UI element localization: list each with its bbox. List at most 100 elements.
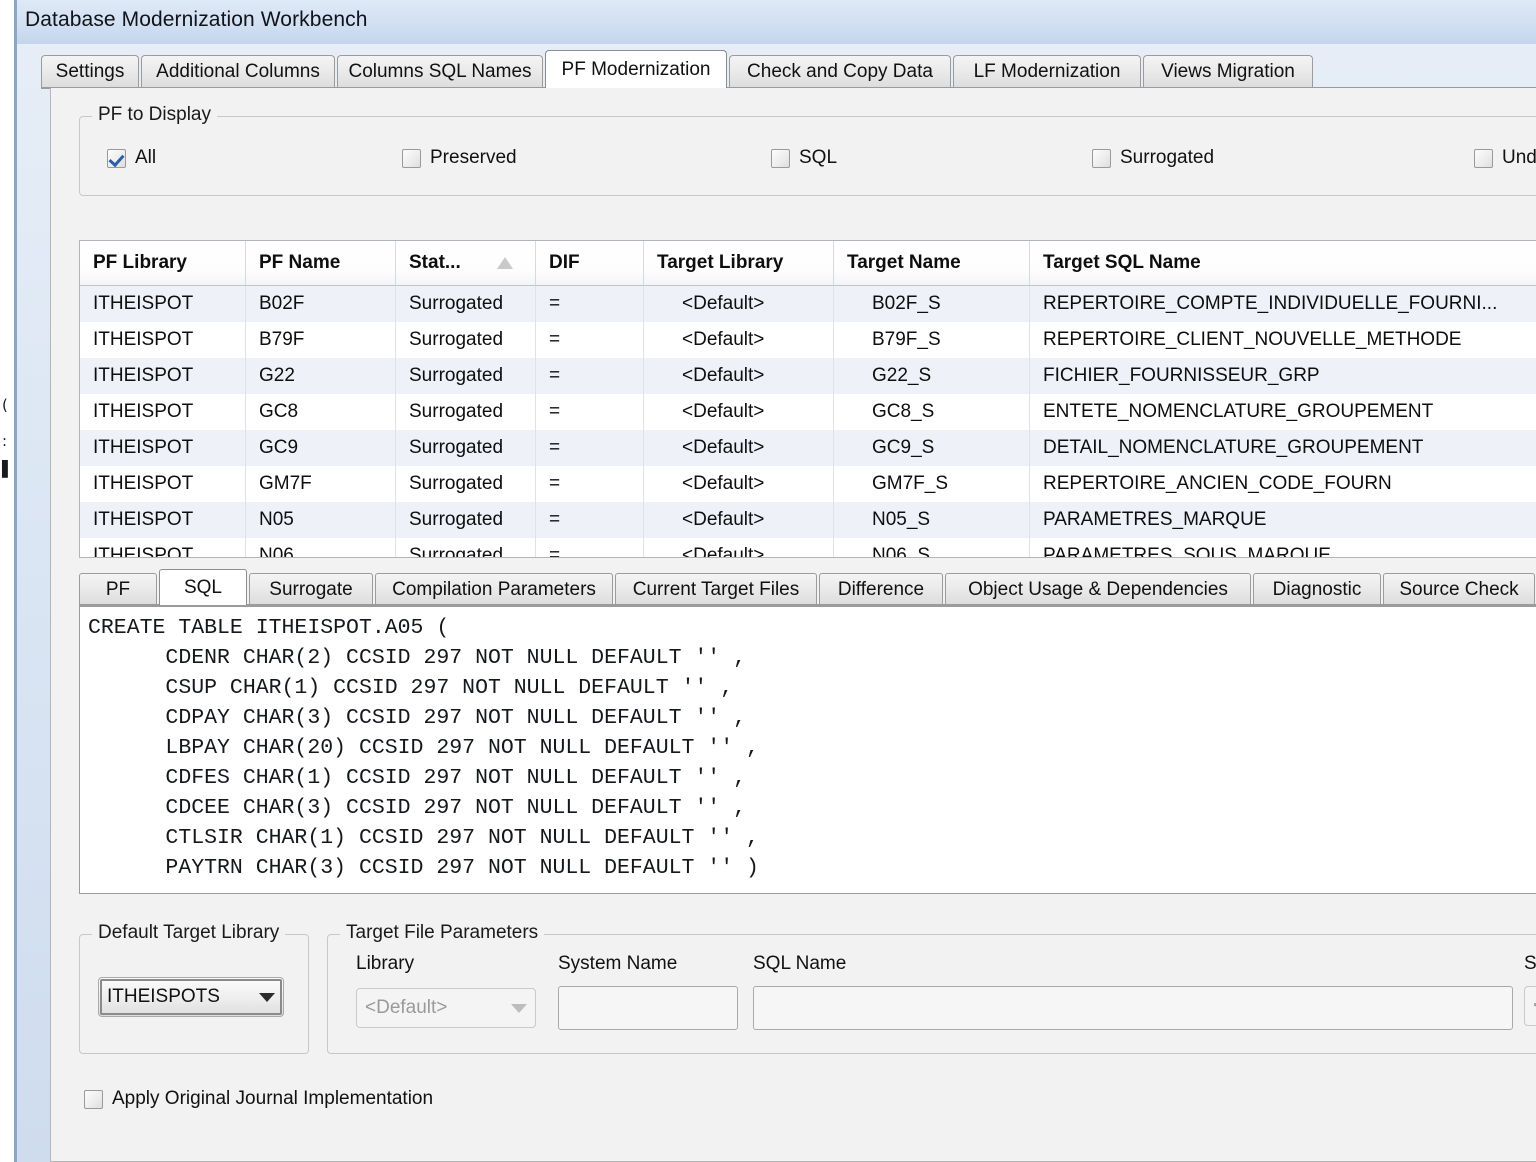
column-header-status[interactable]: Stat... [396, 241, 536, 285]
tab-pf-modernization[interactable]: PF Modernization [545, 50, 727, 88]
system-name-input[interactable] [558, 986, 738, 1030]
checkbox-undefined-label: Unde [1502, 147, 1536, 168]
cell-target-sql-name: PARAMETRES_MARQUE [1043, 509, 1267, 530]
cell-status: Surrogated [396, 538, 536, 557]
column-header-pf-library[interactable]: PF Library [80, 241, 246, 285]
cell-target-library: <Default> [644, 466, 834, 502]
table-row[interactable]: ITHEISPOT B79F Surrogated = <Default> B7… [80, 322, 1536, 358]
tab-difference[interactable]: Difference [819, 573, 943, 605]
cell-dif: = [536, 286, 644, 322]
table-row[interactable]: ITHEISPOT N05 Surrogated = <Default> N05… [80, 502, 1536, 538]
library-combo-value: <Default> [365, 997, 448, 1018]
column-header-target-sql-name[interactable]: Target SQL Name [1030, 241, 1536, 285]
table-row[interactable]: ITHEISPOT GC9 Surrogated = <Default> GC9… [80, 430, 1536, 466]
column-header-target-library[interactable]: Target Library [644, 241, 834, 285]
cell-target-sql-name: REPERTOIRE_COMPTE_INDIVIDUELLE_FOURNI... [1043, 293, 1498, 314]
cell-target-name: N06_S [834, 538, 1030, 557]
cell-status: Surrogated [396, 394, 536, 430]
title-bar: Database Modernization Workbench [17, 0, 1536, 44]
tab-source-check[interactable]: Source Check [1383, 573, 1535, 605]
checkbox-apply-original-journal-box[interactable] [84, 1089, 103, 1109]
surrogate-combo[interactable]: < [1524, 986, 1536, 1026]
table-row[interactable]: ITHEISPOT GM7F Surrogated = <Default> GM… [80, 466, 1536, 502]
tab-surrogate[interactable]: Surrogate [249, 573, 373, 605]
cell-dif: = [536, 466, 644, 502]
cell-pf-name: GC9 [246, 430, 396, 466]
cell-pf-name: B79F [246, 322, 396, 358]
tab-sql[interactable]: SQL [159, 569, 247, 605]
checkbox-all-box[interactable] [107, 148, 126, 168]
checkbox-undefined[interactable]: Unde [1474, 147, 1536, 169]
tab-check-and-copy-data[interactable]: Check and Copy Data [729, 55, 951, 88]
checkbox-sql[interactable]: SQL [771, 147, 837, 169]
bg-glyph-3: ▌ [2, 460, 14, 478]
tab-settings[interactable]: Settings [41, 55, 139, 88]
application-window: Database Modernization Workbench Setting… [14, 0, 1536, 1162]
cell-dif: = [536, 430, 644, 466]
tab-columns-sql-names[interactable]: Columns SQL Names [337, 55, 543, 88]
column-header-pf-name[interactable]: PF Name [246, 241, 396, 285]
cell-pf-library: ITHEISPOT [80, 538, 246, 557]
checkbox-sql-box[interactable] [771, 148, 790, 168]
cell-target-library: <Default> [644, 394, 834, 430]
pf-table[interactable]: PF Library PF Name Stat... DIF Target Li… [79, 240, 1536, 558]
tab-object-usage-dependencies[interactable]: Object Usage & Dependencies [945, 573, 1251, 605]
library-combo[interactable]: <Default> [356, 988, 536, 1028]
sql-editor-text: CREATE TABLE ITHEISPOT.A05 ( CDENR CHAR(… [88, 616, 759, 880]
tab-diagnostic[interactable]: Diagnostic [1253, 573, 1381, 605]
checkbox-surrogated-box[interactable] [1092, 148, 1111, 168]
cell-target-name: N05_S [834, 502, 1030, 538]
cell-target-sql-name: PARAMETRES_SOUS_MARQUE [1043, 545, 1331, 558]
tab-views-migration[interactable]: Views Migration [1143, 55, 1313, 88]
table-row[interactable]: ITHEISPOT B02F Surrogated = <Default> B0… [80, 286, 1536, 322]
cell-target-name: GM7F_S [834, 466, 1030, 502]
tab-current-target-files[interactable]: Current Target Files [615, 573, 817, 605]
cell-pf-name: G22 [246, 358, 396, 394]
target-file-parameters-group: Target File Parameters Library <Default>… [327, 922, 1536, 1054]
checkbox-apply-original-journal-label: Apply Original Journal Implementation [112, 1088, 434, 1109]
cell-status: Surrogated [396, 322, 536, 358]
cell-status: Surrogated [396, 502, 536, 538]
cell-pf-library: ITHEISPOT [80, 358, 246, 394]
background-window-edge: ( : ▌ [0, 0, 14, 1162]
target-file-parameters-legend: Target File Parameters [340, 922, 545, 944]
cell-target-sql-name: REPERTOIRE_ANCIEN_CODE_FOURN [1043, 473, 1392, 494]
cell-target-name: GC8_S [834, 394, 1030, 430]
cell-target-sql-name: ENTETE_NOMENCLATURE_GROUPEMENT [1043, 401, 1434, 422]
checkbox-surrogated[interactable]: Surrogated [1092, 147, 1214, 169]
checkbox-undefined-box[interactable] [1474, 148, 1493, 168]
cell-dif: = [536, 322, 644, 358]
sort-ascending-icon [497, 257, 513, 269]
cell-target-name: B79F_S [834, 322, 1030, 358]
pf-modernization-panel: PF to Display All Preserved SQL Surrogat… [50, 88, 1536, 1162]
cell-target-sql-name: REPERTOIRE_CLIENT_NOUVELLE_METHODE [1043, 329, 1462, 350]
checkbox-all[interactable]: All [107, 147, 156, 169]
table-row[interactable]: ITHEISPOT GC8 Surrogated = <Default> GC8… [80, 394, 1536, 430]
tab-pf[interactable]: PF [79, 573, 157, 605]
checkbox-apply-original-journal[interactable]: Apply Original Journal Implementation [84, 1088, 433, 1110]
table-row[interactable]: ITHEISPOT N06 Surrogated = <Default> N06… [80, 538, 1536, 558]
tab-additional-columns[interactable]: Additional Columns [141, 55, 335, 88]
table-row[interactable]: ITHEISPOT G22 Surrogated = <Default> G22… [80, 358, 1536, 394]
cell-pf-library: ITHEISPOT [80, 322, 246, 358]
cell-target-sql-name: FICHIER_FOURNISSEUR_GRP [1043, 365, 1320, 386]
pf-table-body: ITHEISPOT B02F Surrogated = <Default> B0… [80, 286, 1536, 558]
column-header-dif[interactable]: DIF [536, 241, 644, 285]
tab-lf-modernization[interactable]: LF Modernization [953, 55, 1141, 88]
cell-dif: = [536, 502, 644, 538]
sql-name-label: SQL Name [753, 953, 847, 974]
cell-pf-name: B02F [246, 286, 396, 322]
pf-table-header: PF Library PF Name Stat... DIF Target Li… [80, 241, 1536, 286]
checkbox-preserved-box[interactable] [402, 148, 421, 168]
default-target-library-group: Default Target Library ITHEISPOTS [79, 922, 309, 1054]
cell-dif: = [536, 394, 644, 430]
sql-editor[interactable]: CREATE TABLE ITHEISPOT.A05 ( CDENR CHAR(… [79, 606, 1536, 894]
tab-compilation-parameters[interactable]: Compilation Parameters [375, 573, 613, 605]
sql-name-input[interactable] [753, 986, 1513, 1030]
default-target-library-combo[interactable]: ITHEISPOTS [98, 977, 284, 1017]
column-header-target-name[interactable]: Target Name [834, 241, 1030, 285]
cell-status: Surrogated [396, 430, 536, 466]
checkbox-preserved[interactable]: Preserved [402, 147, 517, 169]
cell-target-library: <Default> [644, 430, 834, 466]
cell-status: Surrogated [396, 286, 536, 322]
